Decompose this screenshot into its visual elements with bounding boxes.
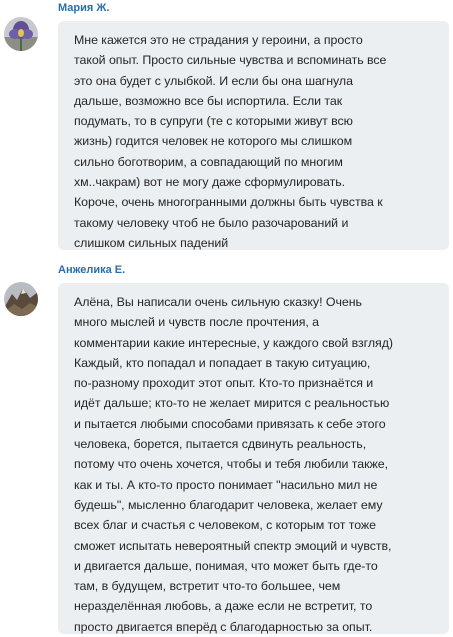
comment-line: по-разному проходит этот опыт. Кто-то пр… — [74, 376, 374, 391]
comment-line: неразделённая любовь, а даже если не вст… — [74, 599, 373, 614]
comment-line: Каждый, кто попадал и попадает в такую с… — [74, 355, 371, 370]
mountain-landscape-avatar — [4, 282, 38, 316]
comment-line: подумать, то в супруги (те с которыми жи… — [74, 114, 353, 129]
comment-line: много мыслей и чувств после прочтения, а — [74, 315, 320, 330]
comment-author[interactable]: Мария Ж. — [58, 2, 109, 14]
comment-line: просто двигается вперёд с благодарностью… — [74, 619, 373, 634]
iris-flower-photo-avatar — [4, 17, 38, 51]
comment-line: слишком сильных падений — [74, 235, 229, 250]
comment-line: Алёна, Вы написали очень сильную сказку!… — [74, 295, 362, 309]
comment-text: Алёна, Вы написали очень сильную сказку!… — [58, 283, 449, 634]
comment-line: потому что очень хочется, чтобы и тебя л… — [74, 457, 388, 472]
comment-line: всех благ и счастья с человеком, с котор… — [74, 518, 376, 533]
comment-line: сможет испытать невероятный спектр эмоци… — [74, 538, 392, 553]
comment-text: Мне кажется это не страдания у героини, … — [58, 21, 449, 250]
comment-line: как и ты. А кто-то просто понимает "наси… — [74, 477, 378, 492]
comment-line: Короче, очень многогранными должны быть … — [74, 195, 383, 210]
comment-line: будешь", мысленно благодарит человека, ж… — [74, 497, 383, 512]
comment-line: такому человеку чтоб не было разочарован… — [74, 215, 349, 230]
comment-line: идёт дальше; кто-то не желает мирится с … — [74, 396, 390, 411]
comment-line: это она будет с улыбкой. И если бы она ш… — [74, 73, 353, 88]
comment-line: и двигается дальше, понимая, что может б… — [74, 558, 378, 573]
comment-line: сильно боготворим, а совпадающий по мног… — [74, 154, 343, 169]
comment-line: жизнь) годится человек не которого мы сл… — [74, 134, 353, 149]
avatar[interactable] — [4, 17, 38, 51]
avatar[interactable] — [4, 282, 38, 316]
comment-line: человека, борется, пытается сдвинуть реа… — [74, 437, 367, 452]
comment-line: и пытается любыми способами привязать к … — [74, 416, 386, 431]
comment-line: Мне кажется это не страдания у героини, … — [74, 33, 363, 47]
comment-line: комментарии какие интересные, у каждого … — [74, 335, 393, 350]
comment-line: дальше, возможно все бы испортила. Если … — [74, 93, 343, 108]
comment-line: хм..чакрам) вот не могу даже сформулиров… — [74, 175, 346, 190]
comment-author[interactable]: Анжелика Е. — [58, 264, 125, 276]
comment-line: такой опыт. Просто сильные чувства и всп… — [74, 53, 387, 68]
comment-line: там, в будущем, встретит что-то большее,… — [74, 579, 341, 594]
